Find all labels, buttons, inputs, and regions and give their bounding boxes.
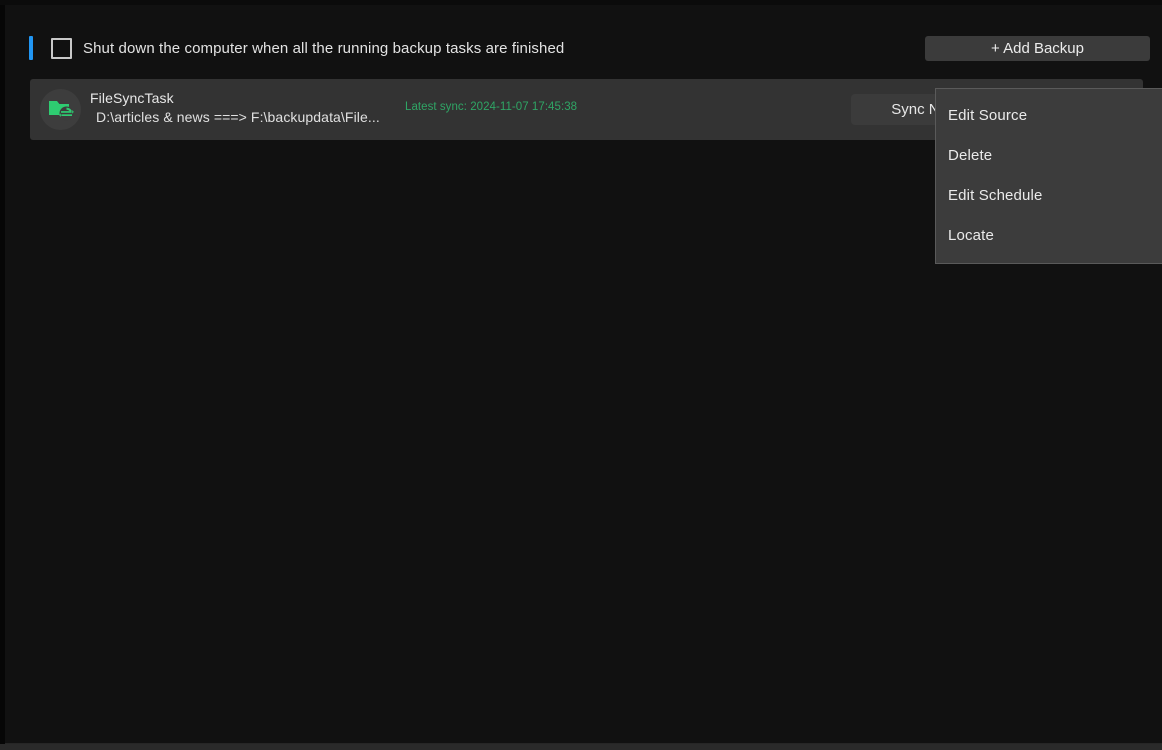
context-menu: Edit Source Delete Edit Schedule Locate <box>935 88 1162 264</box>
add-backup-button[interactable]: + Add Backup <box>925 36 1150 61</box>
task-name: FileSyncTask <box>90 90 174 106</box>
backup-app-window: Shut down the computer when all the runn… <box>0 0 1162 750</box>
shutdown-option-row[interactable]: Shut down the computer when all the runn… <box>51 36 564 60</box>
task-latest-sync: Latest sync: 2024-11-07 17:45:38 <box>405 101 578 113</box>
menu-item-edit-schedule[interactable]: Edit Schedule <box>936 175 1162 215</box>
top-toolbar: Shut down the computer when all the runn… <box>5 5 1162 68</box>
window-frame-bottom <box>0 744 1162 750</box>
menu-item-edit-source[interactable]: Edit Source <box>936 95 1162 135</box>
accent-bar <box>29 36 33 60</box>
shutdown-checkbox[interactable] <box>51 37 72 59</box>
task-text-block: FileSyncTask D:\articles & news ===> F:\… <box>90 89 380 127</box>
shutdown-checkbox-label: Shut down the computer when all the runn… <box>83 39 565 57</box>
menu-item-delete[interactable]: Delete <box>936 135 1162 175</box>
window-frame-left <box>0 0 5 750</box>
folder-sync-icon <box>40 89 81 130</box>
task-path: D:\articles & news ===> F:\backupdata\Fi… <box>96 109 380 125</box>
menu-item-locate[interactable]: Locate <box>936 215 1162 255</box>
